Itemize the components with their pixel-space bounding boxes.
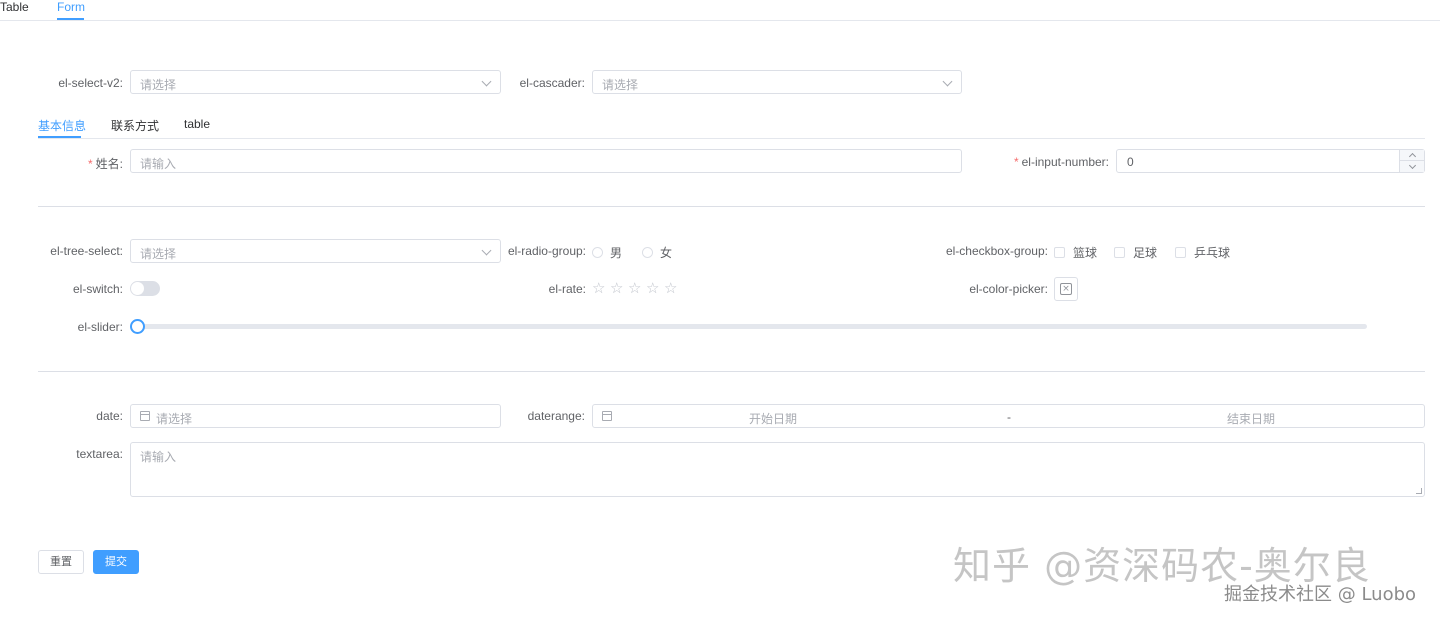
start-date-placeholder: 开始日期 [749,412,798,426]
slider-track[interactable] [138,324,1367,329]
textarea[interactable]: 请输入 [130,442,1425,497]
active-tab-indicator [57,18,84,20]
chevron-down-icon [481,245,492,256]
star-icon[interactable]: ☆ [646,280,659,296]
increase-button[interactable] [1400,150,1425,161]
switch-label: el-switch: [72,282,123,296]
watermark-juejin: 掘金技术社区 @ Luobo [1224,584,1417,605]
select-v2-label: el-select-v2: [58,76,123,90]
input-number-value: 0 [1127,155,1134,169]
close-icon: × [1060,283,1072,295]
checkbox [1054,247,1065,258]
name-label-text: 姓名: [95,157,123,171]
top-tabs: Table Form [0,0,1440,21]
chevron-down-icon [481,76,492,87]
rate-label: el-rate: [548,282,586,296]
slider-label: el-slider: [77,320,123,334]
checkbox [1114,247,1125,258]
star-icon[interactable]: ☆ [592,280,605,296]
date-label: date: [96,409,123,423]
select-v2-input[interactable]: 请选择 [130,70,501,94]
input-number[interactable]: 0 [1116,149,1425,173]
submit-button[interactable]: 提交 [93,550,139,574]
color-picker-label: el-color-picker: [969,282,1048,296]
checkbox-label: 乒乓球 [1194,246,1231,260]
number-stepper [1399,150,1425,172]
active-tab-indicator [38,136,81,138]
checkbox-label: 足球 [1133,246,1158,260]
radio-circle [642,247,653,258]
name-input[interactable]: 请输入 [130,149,962,173]
tab-form[interactable]: Form [57,0,85,14]
color-picker[interactable]: × [1054,277,1078,301]
end-date-placeholder: 结束日期 [1227,412,1276,426]
name-placeholder: 请输入 [140,157,177,171]
calendar-icon [602,411,612,421]
checkbox-option-football[interactable]: 足球 [1114,244,1157,261]
tree-select-input[interactable]: 请选择 [130,239,501,263]
radio-label: 女 [660,246,673,260]
tab-basic-info[interactable]: 基本信息 [38,117,86,134]
select-v2-placeholder: 请选择 [140,78,177,92]
textarea-placeholder: 请输入 [140,450,177,464]
resize-handle-icon[interactable] [1416,488,1422,494]
reset-button[interactable]: 重置 [38,550,84,574]
star-icon[interactable]: ☆ [628,280,641,296]
calendar-icon [140,411,150,421]
chevron-down-icon [942,76,953,87]
decrease-button[interactable] [1400,161,1425,172]
name-label: * 姓名: [88,155,123,172]
checkbox-option-pingpong[interactable]: 乒乓球 [1175,244,1230,261]
tab-contact[interactable]: 联系方式 [111,117,159,134]
input-number-label: * el-input-number: [1014,155,1109,169]
inner-tabs: 基本信息 联系方式 table [38,112,1425,139]
daterange-input[interactable]: 开始日期 - 结束日期 [592,404,1425,428]
radio-group-label: el-radio-group: [507,244,586,258]
daterange-label: daterange: [527,409,585,423]
divider [38,206,1425,207]
tree-select-label: el-tree-select: [50,244,123,258]
tab-table[interactable]: Table [0,0,29,14]
radio-option-female[interactable]: 女 [642,244,672,261]
radio-circle [592,247,603,258]
checkbox-group-label: el-checkbox-group: [945,244,1048,258]
checkbox [1175,247,1186,258]
divider [38,371,1425,372]
date-placeholder: 请选择 [156,412,193,426]
checkbox-option-basketball[interactable]: 篮球 [1054,244,1097,261]
cascader-label: el-cascader: [519,76,585,90]
star-icon[interactable]: ☆ [664,280,677,296]
tree-select-placeholder: 请选择 [140,247,177,261]
radio-option-male[interactable]: 男 [592,244,622,261]
range-separator: - [1007,410,1011,424]
required-mark: * [1013,155,1019,169]
switch-knob [131,282,144,295]
cascader-placeholder: 请选择 [602,78,639,92]
textarea-label: textarea: [76,447,123,461]
star-icon[interactable]: ☆ [610,280,623,296]
cascader-input[interactable]: 请选择 [592,70,962,94]
checkbox-label: 篮球 [1073,246,1098,260]
toggle-switch[interactable] [130,281,160,296]
input-number-label-text: el-input-number: [1021,155,1109,169]
radio-label: 男 [610,246,623,260]
tab-table-inner[interactable]: table [184,117,210,131]
required-mark: * [87,157,93,171]
slider-handle[interactable] [130,319,145,334]
date-input[interactable]: 请选择 [130,404,501,428]
